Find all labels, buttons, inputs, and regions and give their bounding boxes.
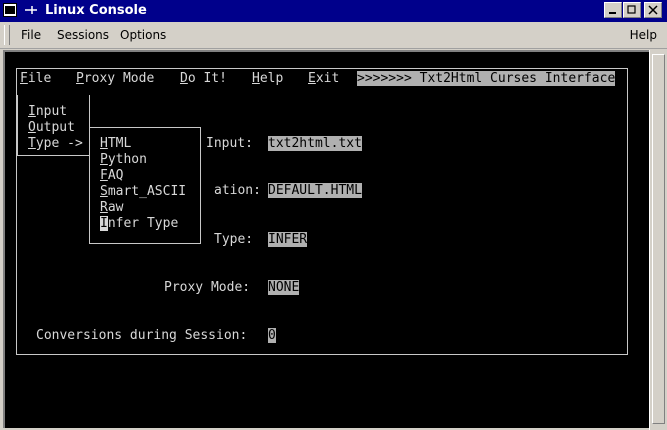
close-icon	[648, 5, 658, 15]
hotkey: O	[28, 120, 36, 135]
type-option-raw[interactable]: Raw	[100, 200, 123, 215]
menu-help[interactable]: Help	[630, 28, 657, 42]
menubar-handle[interactable]	[4, 25, 10, 45]
type-option-faq[interactable]: FAQ	[100, 168, 123, 183]
hotkey: E	[308, 71, 316, 86]
hotkey: S	[100, 184, 108, 199]
hotkey: D	[180, 71, 188, 86]
maximize-button[interactable]	[623, 2, 641, 18]
output-value[interactable]: DEFAULT.HTML	[268, 183, 362, 198]
label: AQ	[107, 168, 124, 183]
app-menu-proxy-mode[interactable]: Proxy Mode	[76, 71, 154, 86]
menu-sessions[interactable]: Sessions	[57, 28, 109, 42]
label: elp	[259, 71, 284, 86]
app-menu-exit[interactable]: Exit	[308, 71, 339, 86]
hotkey: H	[252, 71, 260, 86]
app-menu-help[interactable]: Help	[252, 71, 283, 86]
hotkey: F	[20, 71, 28, 86]
terminal-icon[interactable]	[3, 3, 17, 17]
hotkey: I	[28, 104, 36, 119]
proxy-mode-label: Proxy Mode:	[164, 280, 251, 295]
type-option-smart-ascii[interactable]: Smart_ASCII	[100, 184, 186, 199]
label: TML	[107, 136, 132, 151]
menu-file[interactable]: File	[21, 28, 41, 42]
type-option-html[interactable]: HTML	[100, 136, 131, 151]
close-button[interactable]	[644, 2, 662, 18]
label: o It!	[187, 71, 227, 86]
pin-icon[interactable]	[24, 2, 37, 18]
label: aw	[107, 200, 124, 215]
scrollbar-thumb[interactable]	[652, 54, 665, 424]
input-label: Input:	[206, 136, 253, 151]
title-bar: Linux Console	[0, 0, 667, 22]
output-label: ation:	[214, 183, 261, 198]
window-title: Linux Console	[45, 3, 147, 18]
cursor-hotkey: I	[100, 216, 108, 231]
type-option-infer[interactable]: Infer Type	[100, 216, 178, 231]
maximize-icon	[627, 5, 636, 14]
label: ile	[27, 71, 52, 86]
file-menu-output[interactable]: Output	[28, 120, 75, 135]
app-menu-do-it[interactable]: Do It!	[180, 71, 227, 86]
label: ype ->	[35, 136, 83, 151]
hotkey: H	[100, 136, 108, 151]
type-option-python[interactable]: Python	[100, 152, 147, 167]
hotkey: R	[100, 200, 108, 215]
hotkey: T	[28, 136, 36, 151]
type-label: Type:	[214, 232, 254, 247]
conversions-label: Conversions during Session:	[36, 328, 248, 343]
file-menu-type[interactable]: Type ->	[28, 136, 83, 151]
proxy-mode-value[interactable]: NONE	[268, 280, 300, 295]
file-menu-input[interactable]: Input	[28, 104, 67, 119]
label: xit	[315, 71, 340, 86]
menu-options[interactable]: Options	[120, 28, 166, 42]
minimize-button[interactable]	[604, 2, 622, 18]
label: nput	[35, 104, 68, 119]
label: roxy Mode	[83, 71, 155, 86]
minimize-icon	[609, 12, 616, 14]
type-value[interactable]: INFER	[268, 232, 308, 247]
label: nfer Type	[107, 216, 179, 231]
conversions-value: 0	[268, 328, 276, 343]
label: mart_ASCII	[107, 184, 187, 199]
hotkey: P	[76, 71, 84, 86]
label: ython	[107, 152, 147, 167]
app-menu-file[interactable]: File	[20, 71, 51, 86]
scrollbar[interactable]	[649, 50, 667, 430]
label: utput	[35, 120, 75, 135]
hotkey: F	[100, 168, 108, 183]
app-banner: >>>>>>> Txt2Html Curses Interface	[357, 71, 616, 86]
hotkey: P	[100, 152, 108, 167]
menu-bar: File Sessions Options Help	[0, 22, 667, 49]
input-value[interactable]: txt2html.txt	[268, 136, 362, 151]
